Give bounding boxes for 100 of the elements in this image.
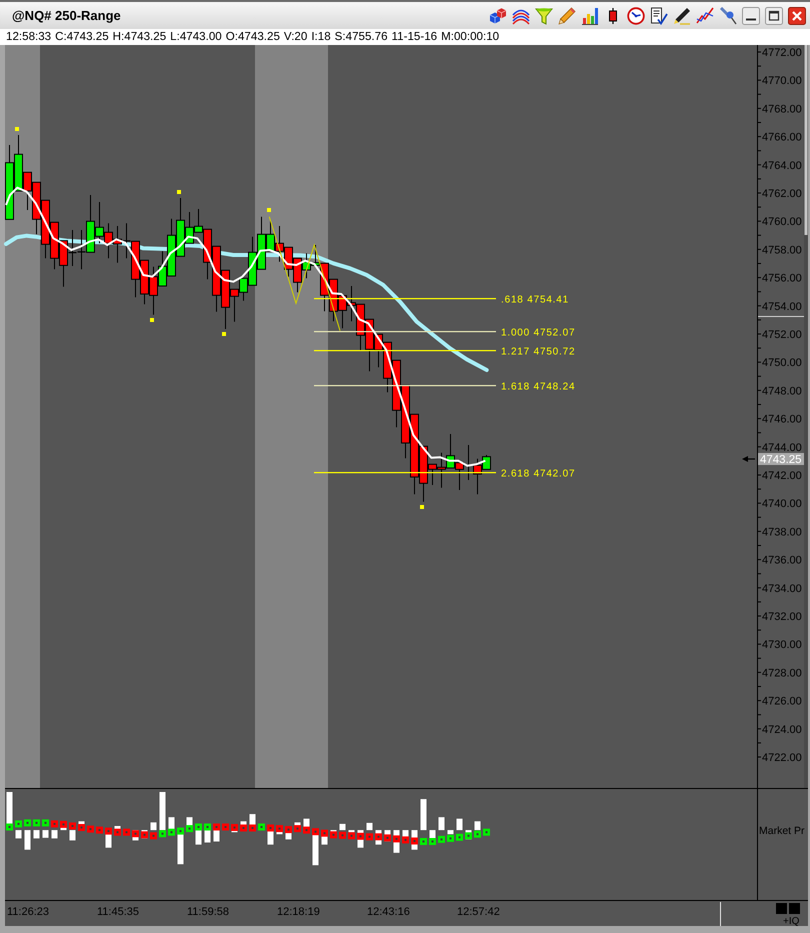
- price-axis-label: 4748.00: [762, 385, 802, 398]
- indicator-dot-icon: [258, 824, 265, 830]
- price-axis-label: 4724.00: [762, 724, 802, 736]
- quote-field: C:4743.25: [55, 29, 109, 45]
- histogram-bar: [42, 830, 48, 838]
- candlestick: [32, 182, 41, 235]
- close-button[interactable]: [788, 6, 806, 24]
- candlestick: [446, 434, 455, 468]
- price-axis-label: 4746.00: [762, 414, 802, 426]
- indicator-dot-icon: [249, 824, 256, 832]
- indicator-dot-icon: [78, 824, 85, 831]
- pushpin-icon[interactable]: [719, 6, 737, 24]
- minimize-icon: [742, 6, 760, 24]
- feed-label: +IQ: [783, 916, 800, 926]
- indicator-dot-icon: [483, 828, 490, 836]
- indicator-dot-icon: [96, 826, 103, 834]
- price-axis-label: 4768.00: [762, 103, 802, 116]
- candlestick: [302, 252, 311, 279]
- line-chart-icon[interactable]: [696, 6, 714, 24]
- candlestick: [275, 226, 284, 262]
- minimize-button[interactable]: [742, 6, 760, 24]
- quote-field: V:20: [284, 29, 308, 45]
- candlestick: [212, 246, 221, 312]
- histogram-bar: [70, 830, 76, 840]
- candlestick: [95, 202, 104, 244]
- indicator-dot-icon: [69, 822, 76, 830]
- indicator-dot-icon: [177, 828, 184, 835]
- quote-field: 12:58:33: [6, 29, 52, 45]
- price-pointer-icon: [742, 456, 755, 462]
- time-axis-label: 11:45:35: [97, 906, 140, 918]
- price-axis-label: 4770.00: [762, 75, 802, 88]
- indicator-dot-icon: [132, 830, 139, 838]
- time-axis-label: 12:57:42: [457, 906, 500, 918]
- indicator-dot-icon: [186, 825, 193, 832]
- price-axis-label: 4764.00: [762, 160, 802, 172]
- arcs-icon[interactable]: [512, 6, 530, 24]
- close-icon: [788, 6, 806, 24]
- candlestick: [113, 226, 122, 264]
- price-axis-label: 4744.00: [762, 442, 802, 454]
- indicator-dot-icon: [231, 824, 238, 831]
- indicator-dot-icon: [159, 830, 166, 838]
- pencil-icon[interactable]: [558, 6, 576, 24]
- quote-field: M:00:00:10: [441, 29, 500, 45]
- histogram-bar: [348, 830, 354, 832]
- candlestick: [455, 462, 464, 490]
- price-axis-label: 4722.00: [762, 752, 802, 764]
- indicator-dot-icon: [6, 824, 13, 830]
- candlestick: [338, 295, 347, 329]
- price-axis-label: 4758.00: [762, 244, 802, 256]
- cubes-icon[interactable]: [489, 6, 507, 24]
- quote-field: H:4743.25: [112, 29, 166, 45]
- funnel-icon[interactable]: [535, 6, 553, 24]
- price-axis-label: 4730.00: [762, 639, 802, 652]
- price-axis-label: 4738.00: [762, 526, 802, 538]
- price-axis-label: 4756.00: [762, 272, 802, 285]
- last-price-label: 4743.25: [758, 453, 804, 466]
- window-title: @NQ# 250-Range: [12, 6, 121, 25]
- indicator-dot-icon: [213, 824, 220, 830]
- gauge-icon[interactable]: [627, 6, 645, 24]
- price-axis-label: 4726.00: [762, 696, 802, 708]
- indicator-dot-icon: [321, 830, 328, 837]
- candlestick: [50, 222, 59, 270]
- indicator-dot-icon: [114, 828, 121, 836]
- fibonacci-level-label: 1.618 4748.24: [501, 382, 576, 392]
- pen-icon[interactable]: [673, 6, 691, 24]
- price-axis-label: 4762.00: [762, 188, 802, 200]
- indicator-dot-icon: [303, 826, 310, 834]
- histogram-bar: [160, 792, 166, 830]
- swing-marker-icon: [420, 505, 424, 509]
- indicator-dot-icon: [267, 824, 274, 832]
- price-axis-label: 4750.00: [762, 357, 802, 370]
- price-axis-label: 4740.00: [762, 498, 802, 510]
- checklist-icon[interactable]: [650, 6, 668, 24]
- fibonacci-level-label: 1.217 4750.72: [501, 346, 576, 358]
- indicator-dot-icon: [222, 824, 229, 830]
- time-axis-label: 12:43:16: [367, 906, 410, 918]
- candlestick: [59, 240, 68, 288]
- indicator-dot-icon: [312, 828, 319, 836]
- fibonacci-level-label: .618 4754.41: [501, 294, 569, 306]
- indicator-dot-icon: [195, 824, 202, 830]
- histogram-bar: [420, 799, 426, 830]
- price-axis-label: 4752.00: [762, 329, 802, 341]
- price-axis-label: 4760.00: [762, 216, 802, 228]
- price-axis-label: 4772.00: [762, 47, 802, 59]
- price-axis-label: 4736.00: [762, 554, 802, 567]
- indicator-dot-icon: [168, 828, 175, 836]
- indicator-dot-icon: [105, 828, 112, 835]
- bar-chart-icon[interactable]: [581, 6, 599, 24]
- maximize-button[interactable]: [765, 6, 783, 24]
- quote-field: O:4743.25: [226, 29, 280, 45]
- candlestick: [104, 222, 113, 259]
- histogram-bar: [214, 830, 220, 842]
- swing-marker-icon: [177, 190, 181, 194]
- histogram-bar: [204, 830, 210, 842]
- time-axis-label: 12:18:19: [277, 906, 320, 918]
- price-axis-label: 4734.00: [762, 582, 802, 595]
- scrollbar-thumb[interactable]: [804, 45, 808, 235]
- swing-marker-icon: [15, 127, 19, 131]
- indicator-dot-icon: [294, 825, 301, 832]
- histogram-bar: [448, 830, 454, 834]
